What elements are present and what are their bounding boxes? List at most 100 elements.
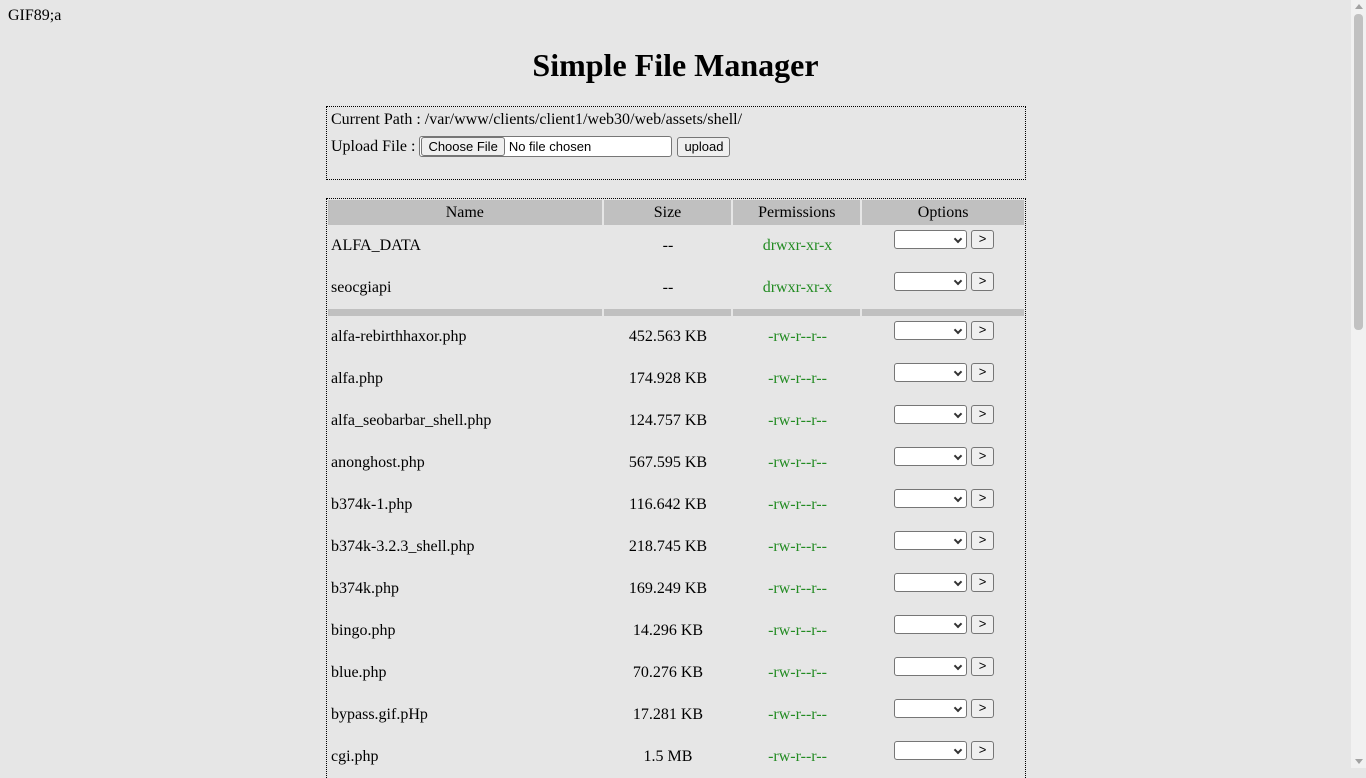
- go-button[interactable]: >: [971, 272, 994, 291]
- entry-size: 218.745 KB: [628, 538, 708, 555]
- entry-permissions: -rw-r--r--: [768, 580, 827, 597]
- entry-permissions: -rw-r--r--: [768, 538, 827, 555]
- entry-options: >: [863, 526, 1025, 568]
- entry-size: --: [662, 279, 674, 296]
- entry-permissions: -rw-r--r--: [768, 622, 827, 639]
- entry-name[interactable]: bingo.php: [328, 610, 602, 652]
- entry-size: 70.276 KB: [632, 664, 704, 681]
- entry-name[interactable]: bypass.gif.pHp: [328, 694, 602, 736]
- entry-permissions: -rw-r--r--: [768, 496, 827, 513]
- go-button[interactable]: >: [971, 615, 994, 634]
- action-select[interactable]: [894, 230, 967, 249]
- entry-options: >: [863, 225, 1025, 267]
- action-select[interactable]: [894, 489, 967, 508]
- go-button[interactable]: >: [971, 699, 994, 718]
- entry-permissions: -rw-r--r--: [768, 706, 827, 723]
- directory-row: seocgiapi -- drwxr-xr-x >: [328, 267, 1025, 309]
- entry-options: >: [863, 736, 1025, 778]
- file-row: bingo.php 14.296 KB -rw-r--r-- >: [328, 610, 1025, 652]
- go-button[interactable]: >: [971, 741, 994, 760]
- action-select[interactable]: [894, 657, 967, 676]
- entry-options: >: [863, 568, 1025, 610]
- go-button[interactable]: >: [971, 657, 994, 676]
- action-select[interactable]: [894, 741, 967, 760]
- file-row: bypass.gif.pHp 17.281 KB -rw-r--r-- >: [328, 694, 1025, 736]
- entry-options: >: [863, 610, 1025, 652]
- file-row: blue.php 70.276 KB -rw-r--r-- >: [328, 652, 1025, 694]
- action-select[interactable]: [894, 615, 967, 634]
- entry-size: --: [662, 237, 674, 254]
- scroll-down-arrow-icon[interactable]: [1355, 759, 1363, 764]
- go-button[interactable]: >: [971, 405, 994, 424]
- file-row: b374k-1.php 116.642 KB -rw-r--r-- >: [328, 484, 1025, 526]
- entry-size: 169.249 KB: [628, 580, 708, 597]
- upload-label: Upload File :: [331, 137, 416, 155]
- entry-options: >: [863, 316, 1025, 358]
- entry-name[interactable]: b374k-3.2.3_shell.php: [328, 526, 602, 568]
- current-path-label: Current Path :: [331, 111, 421, 128]
- entry-size: 124.757 KB: [628, 412, 708, 429]
- action-select[interactable]: [894, 321, 967, 340]
- entry-name[interactable]: anonghost.php: [328, 442, 602, 484]
- entry-name[interactable]: blue.php: [328, 652, 602, 694]
- action-select[interactable]: [894, 531, 967, 550]
- scroll-up-arrow-icon[interactable]: [1355, 4, 1363, 9]
- entry-permissions: drwxr-xr-x: [762, 237, 833, 254]
- entry-options: >: [863, 652, 1025, 694]
- column-header-name: Name: [328, 200, 602, 225]
- column-header-options: Options: [862, 200, 1024, 225]
- entry-permissions: -rw-r--r--: [768, 454, 827, 471]
- column-header-size: Size: [603, 200, 732, 225]
- upload-button[interactable]: upload: [677, 136, 731, 157]
- entry-options: >: [863, 484, 1025, 526]
- go-button[interactable]: >: [971, 447, 994, 466]
- entry-size: 567.595 KB: [628, 454, 708, 471]
- entry-options: >: [863, 358, 1025, 400]
- file-row: alfa_seobarbar_shell.php 124.757 KB -rw-r-…: [328, 400, 1025, 442]
- go-button[interactable]: >: [971, 230, 994, 249]
- upload-row: Upload File : Choose File No file chosen…: [331, 136, 731, 157]
- entry-name[interactable]: alfa-rebirthhaxor.php: [328, 316, 602, 358]
- entry-size: 14.296 KB: [632, 622, 704, 639]
- entry-name[interactable]: b374k-1.php: [328, 484, 602, 526]
- entry-name[interactable]: b374k.php: [328, 568, 602, 610]
- entry-permissions: -rw-r--r--: [768, 412, 827, 429]
- go-button[interactable]: >: [971, 531, 994, 550]
- upload-panel: Current Path : /var/www/clients/client1/…: [326, 106, 1026, 180]
- go-button[interactable]: >: [971, 363, 994, 382]
- choose-file-button[interactable]: Choose File: [421, 137, 505, 156]
- go-button[interactable]: >: [971, 573, 994, 592]
- file-row: alfa.php 174.928 KB -rw-r--r-- >: [328, 358, 1025, 400]
- entry-permissions: -rw-r--r--: [768, 370, 827, 387]
- action-select[interactable]: [894, 405, 967, 424]
- file-row: b374k-3.2.3_shell.php 218.745 KB -rw-r--r-…: [328, 526, 1025, 568]
- column-header-permissions: Permissions: [733, 200, 861, 225]
- action-select[interactable]: [894, 573, 967, 592]
- entry-permissions: drwxr-xr-x: [762, 279, 833, 296]
- file-rows: alfa-rebirthhaxor.php 452.563 KB -rw-r--r-…: [327, 316, 1025, 778]
- action-select[interactable]: [894, 363, 967, 382]
- entry-name[interactable]: cgi.php: [328, 736, 602, 778]
- action-select[interactable]: [894, 447, 967, 466]
- go-button[interactable]: >: [971, 321, 994, 340]
- entry-size: 116.642 KB: [629, 496, 707, 513]
- directory-row: ALFA_DATA -- drwxr-xr-x >: [328, 225, 1025, 267]
- entry-size: 174.928 KB: [628, 370, 708, 387]
- entry-options: >: [863, 400, 1025, 442]
- file-row: b374k.php 169.249 KB -rw-r--r-- >: [328, 568, 1025, 610]
- file-input[interactable]: Choose File No file chosen: [419, 136, 673, 157]
- entry-name[interactable]: ALFA_DATA: [328, 225, 602, 267]
- file-status-text: No file chosen: [508, 139, 592, 154]
- action-select[interactable]: [894, 272, 967, 291]
- entry-name[interactable]: seocgiapi: [328, 267, 602, 309]
- scroll-thumb[interactable]: [1354, 14, 1363, 330]
- action-select[interactable]: [894, 699, 967, 718]
- current-path-value: /var/www/clients/client1/web30/web/asset…: [424, 111, 743, 128]
- entry-options: >: [863, 442, 1025, 484]
- table-header: Name Size Permissions Options: [328, 200, 1024, 225]
- go-button[interactable]: >: [971, 489, 994, 508]
- entry-name[interactable]: alfa.php: [328, 358, 602, 400]
- entry-name[interactable]: alfa_seobarbar_shell.php: [328, 400, 602, 442]
- entry-size: 17.281 KB: [632, 706, 704, 723]
- vertical-scrollbar[interactable]: [1351, 0, 1366, 768]
